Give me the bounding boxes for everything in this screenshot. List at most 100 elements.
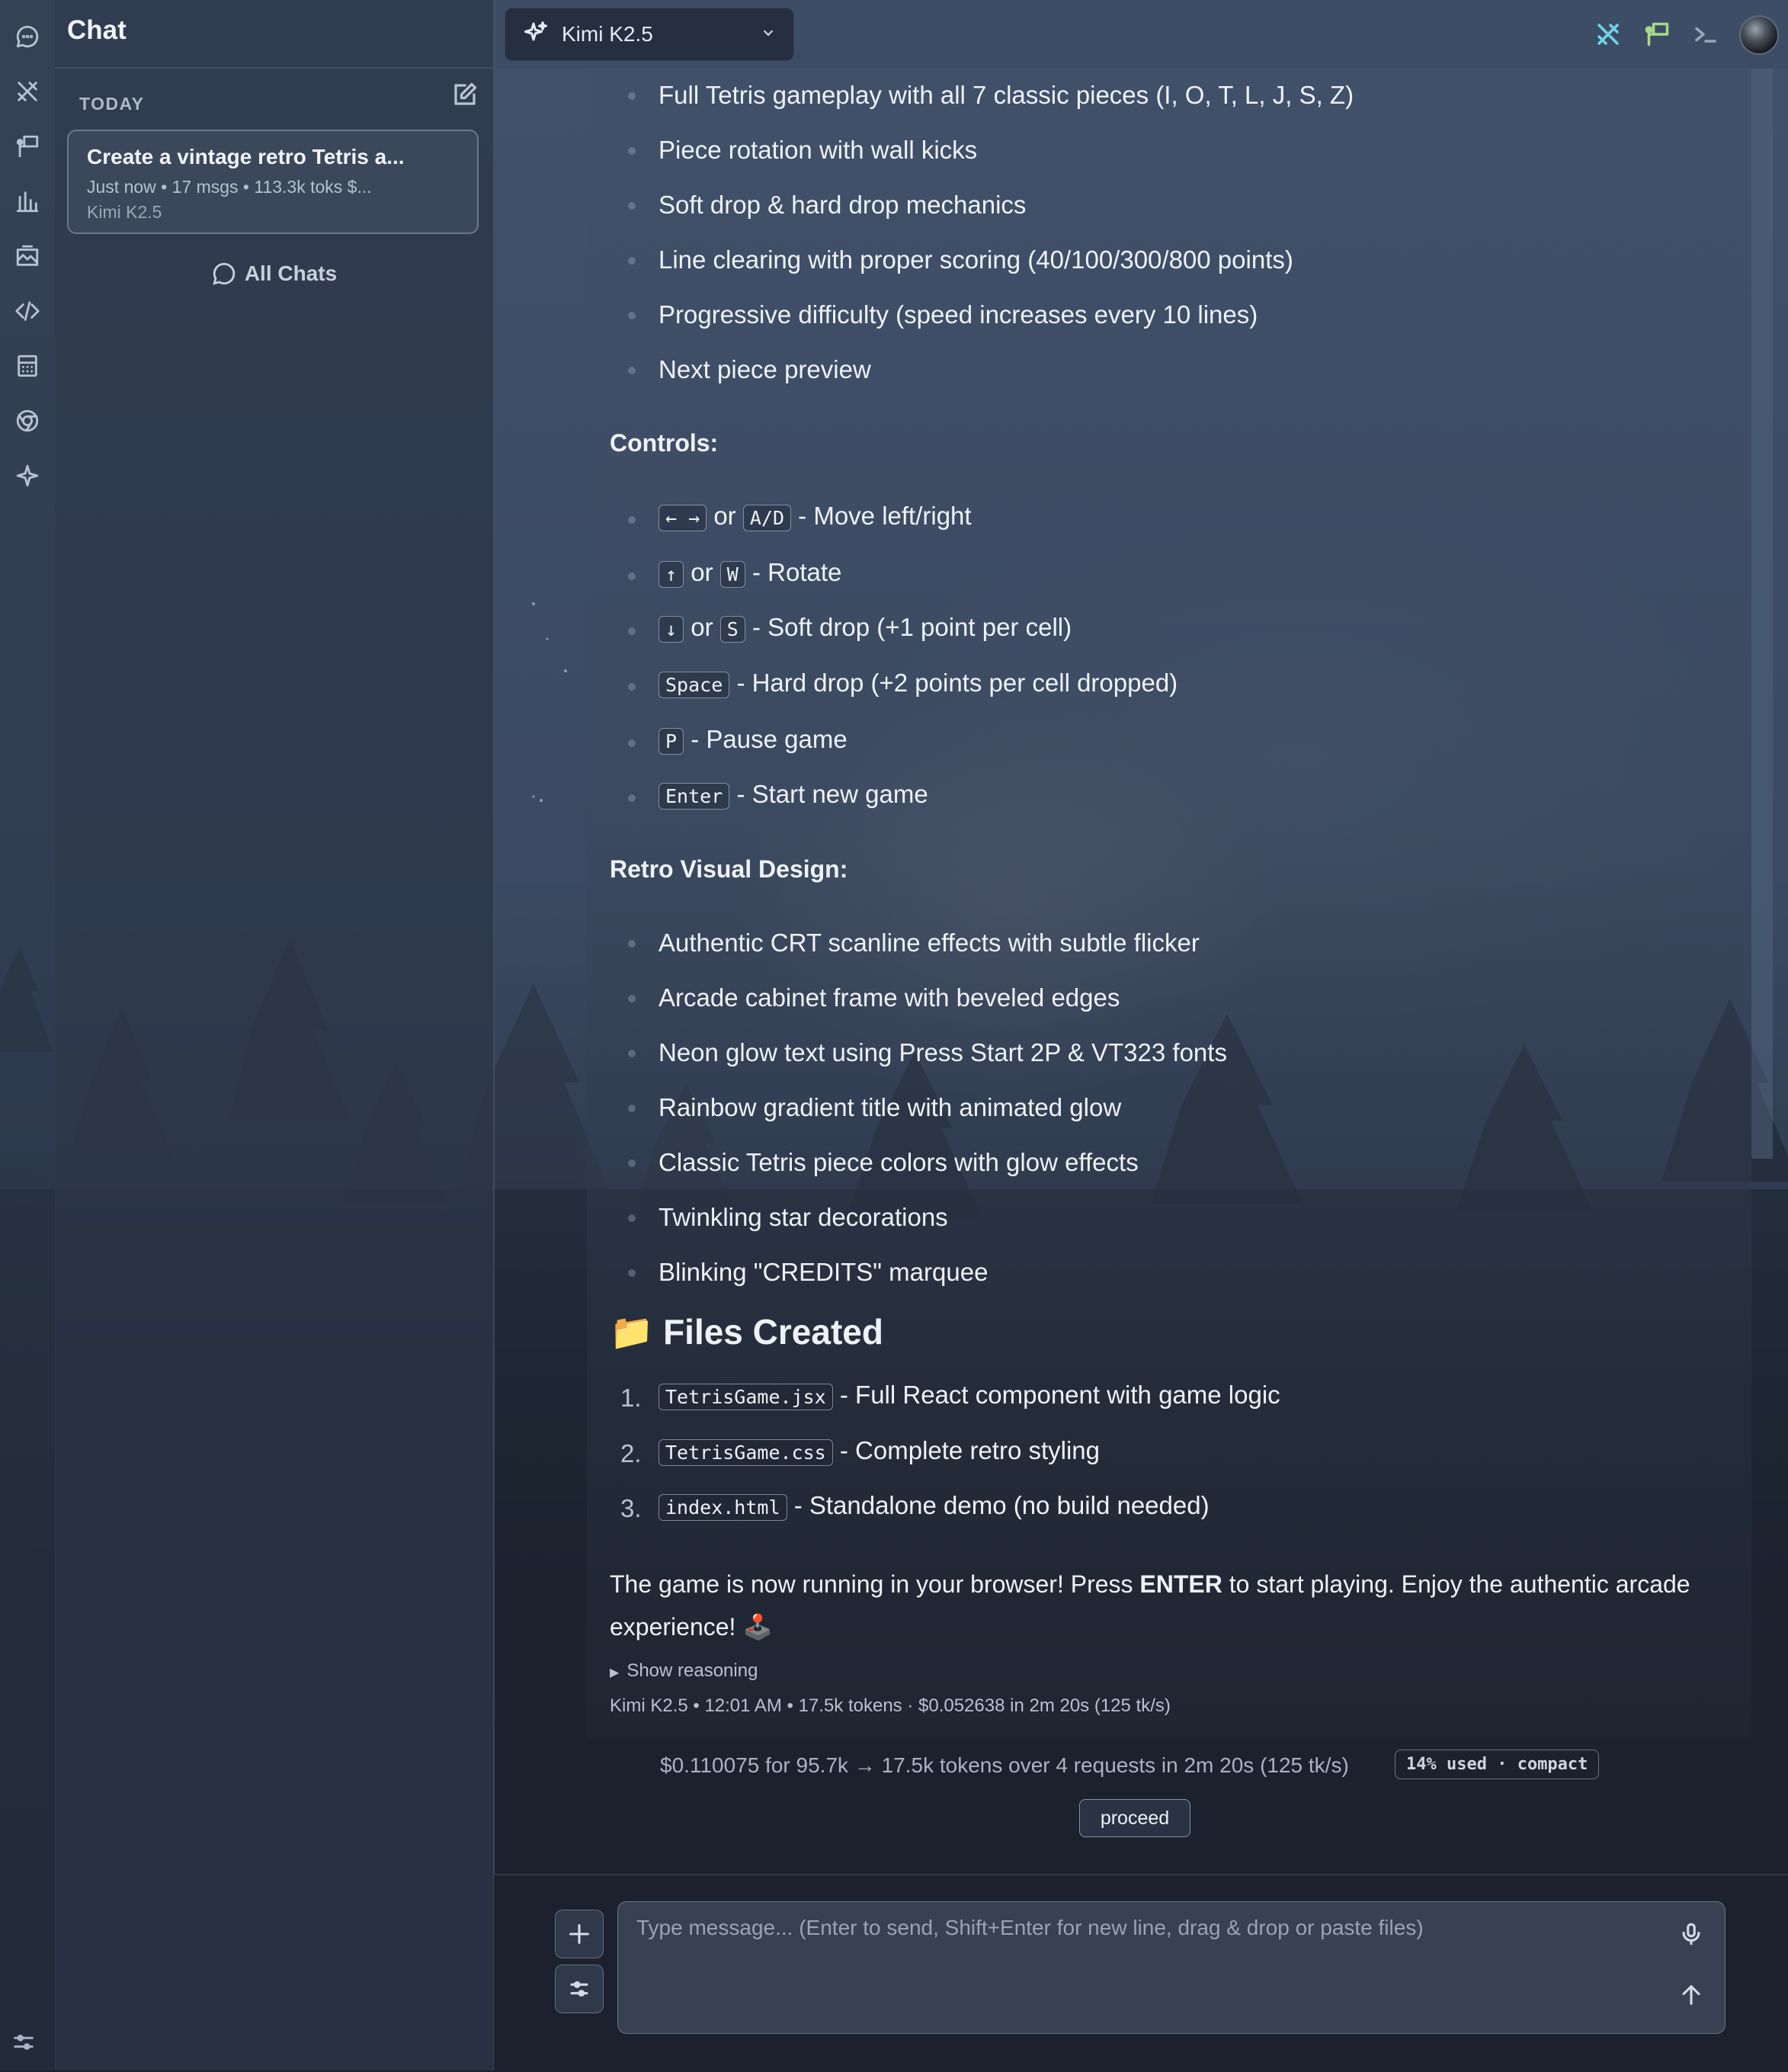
list-bullet (628, 257, 636, 265)
tools-toggle-button[interactable] (1593, 17, 1623, 52)
list-item: Arcade cabinet frame with beveled edges (658, 983, 1120, 1012)
control-item: ← → or A/D - Move left/right (658, 502, 972, 531)
message-meta: Kimi K2.5 • 12:01 AM • 17.5k tokens · $0… (610, 1695, 1171, 1716)
usage-summary: $0.110075 for 95.7k → 17.5k tokens over … (660, 1753, 1349, 1777)
list-item: Twinkling star decorations (658, 1203, 948, 1231)
send-button[interactable] (1674, 1978, 1708, 2012)
bar-chart-icon[interactable] (11, 184, 44, 218)
list-bullet (628, 202, 636, 210)
sidebar-title: Chat (67, 15, 127, 45)
plus-icon (569, 1924, 589, 1944)
file-description: - Standalone demo (no build needed) (793, 1491, 1210, 1519)
tools-icon[interactable] (11, 75, 44, 108)
chat-bubble-icon (213, 262, 236, 285)
closing-emphasis: ENTER (1139, 1570, 1222, 1598)
message-input-box (617, 1901, 1726, 2034)
chat-icon[interactable] (11, 20, 44, 53)
list-bullet (628, 1159, 636, 1167)
user-avatar[interactable] (1739, 15, 1779, 55)
sparkles-icon (522, 19, 550, 50)
chat-item-meta: Just now • 17 msgs • 113.3k toks $... (87, 177, 372, 197)
arrow-up-icon (1682, 1985, 1700, 2005)
sparkle-icon[interactable] (11, 459, 44, 492)
chevron-down-icon (760, 24, 777, 45)
browser-icon[interactable] (11, 404, 44, 438)
control-description: - Soft drop (+1 point per cell) (751, 613, 1072, 641)
control-item: ↓ or S - Soft drop (+1 point per cell) (658, 613, 1072, 643)
model-selector[interactable]: Kimi K2.5 (505, 8, 794, 61)
context-usage-badge[interactable]: 14% used · compact (1395, 1750, 1600, 1779)
visual-design-heading: Retro Visual Design: (610, 855, 848, 883)
key-badge: W (719, 560, 745, 588)
calculator-icon[interactable] (11, 349, 44, 383)
control-item: Enter - Start new game (658, 780, 928, 810)
message-input[interactable] (618, 1902, 1670, 2032)
sliders-icon (570, 1981, 588, 1997)
microphone-button[interactable] (1674, 1917, 1708, 1951)
list-bullet (628, 92, 636, 100)
list-bullet (628, 1050, 636, 1057)
control-description: - Rotate (751, 558, 842, 586)
control-description: - Move left/right (798, 502, 972, 530)
key-badge: ← → (658, 504, 707, 531)
presentation-icon (1645, 22, 1669, 47)
key-separator: or (713, 502, 736, 530)
microphone-icon (1682, 1923, 1700, 1945)
file-name: TetrisGame.css (658, 1439, 833, 1466)
terminal-toggle-button[interactable] (1690, 17, 1721, 52)
list-bullet (628, 573, 636, 580)
list-bullet (628, 516, 636, 524)
image-gallery-icon[interactable] (11, 239, 44, 273)
chat-sidebar: Chat TODAY Create a vintage retro Tetris… (55, 0, 495, 2070)
presentation-icon[interactable] (11, 130, 44, 163)
control-description: - Pause game (691, 725, 848, 753)
proceed-button[interactable]: proceed (1079, 1799, 1190, 1837)
list-item: Progressive difficulty (speed increases … (658, 300, 1258, 329)
files-heading-text: Files Created (663, 1312, 883, 1352)
key-badge: S (719, 615, 745, 643)
presentation-toggle-button[interactable] (1642, 17, 1672, 52)
list-bullet (628, 995, 636, 1002)
closing-paragraph: The game is now running in your browser!… (610, 1563, 1722, 1648)
settings-sliders-icon[interactable] (11, 2029, 38, 2057)
key-badge: Space (658, 671, 730, 698)
list-bullet (628, 683, 636, 691)
list-item: Soft drop & hard drop mechanics (658, 191, 1027, 219)
list-item: Line clearing with proper scoring (40/10… (658, 245, 1293, 274)
file-item: TetrisGame.jsx - Full React component wi… (658, 1381, 1280, 1410)
control-item: P - Pause game (658, 725, 848, 755)
list-bullet (628, 1105, 636, 1112)
file-description: - Complete retro styling (839, 1436, 1101, 1464)
key-badge: P (658, 727, 684, 755)
model-name: Kimi K2.5 (562, 22, 653, 46)
new-chat-button[interactable] (450, 79, 480, 110)
code-icon[interactable] (11, 294, 44, 328)
files-created-heading: 📁 Files Created (610, 1311, 883, 1353)
control-item: Space - Hard drop (+2 points per cell dr… (658, 669, 1178, 698)
file-item: TetrisGame.css - Complete retro styling (658, 1436, 1100, 1466)
chat-list-item[interactable]: Create a vintage retro Tetris a... Just … (67, 130, 479, 234)
controls-heading: Controls: (610, 429, 719, 457)
list-bullet (628, 1269, 636, 1277)
list-item: Piece rotation with wall kicks (658, 136, 978, 164)
file-description: - Full React component with game logic (839, 1381, 1280, 1409)
section-label-today: TODAY (79, 94, 145, 114)
list-bullet (628, 312, 636, 319)
key-separator: or (691, 613, 713, 641)
list-item: Classic Tetris piece colors with glow ef… (658, 1148, 1139, 1176)
file-item: index.html - Standalone demo (no build n… (658, 1491, 1210, 1521)
scrollbar[interactable] (1751, 69, 1773, 1159)
key-separator: or (691, 558, 713, 586)
control-description: - Hard drop (+2 points per cell dropped) (736, 669, 1178, 697)
control-item: ↑ or W - Rotate (658, 558, 841, 588)
add-attachment-button[interactable] (555, 1910, 604, 1958)
icon-rail (0, 0, 56, 2070)
list-item: Next piece preview (658, 355, 871, 383)
all-chats-link[interactable]: All Chats (55, 261, 493, 287)
composer-settings-button[interactable] (555, 1965, 604, 2013)
list-bullet (628, 794, 636, 802)
list-number: 3. (620, 1494, 642, 1522)
list-bullet (628, 147, 636, 155)
edit-icon (454, 82, 477, 105)
show-reasoning-toggle[interactable]: ▶ Show reasoning (610, 1660, 758, 1682)
